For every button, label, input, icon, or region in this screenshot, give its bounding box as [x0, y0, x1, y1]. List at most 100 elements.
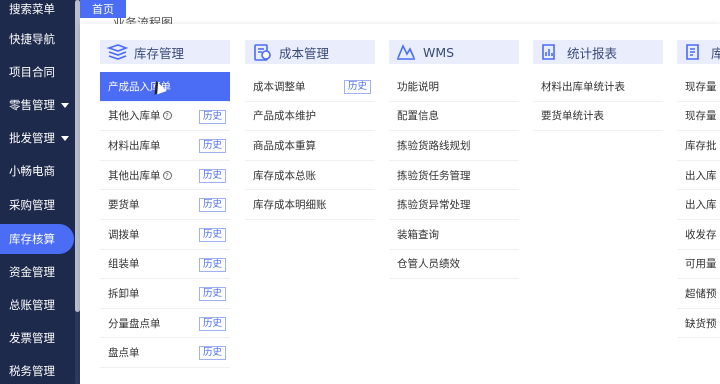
menu-item-material-issue[interactable]: 材料出库单 历史: [100, 131, 230, 161]
wms-icon: [397, 44, 415, 60]
menu-item-label: 材料出库单: [108, 139, 161, 152]
sidebar-item-purchase[interactable]: 采购管理: [0, 190, 74, 220]
sidebar-item-inventory-accounting[interactable]: 库存核算: [0, 224, 74, 254]
sidebar-item-label: 快捷导航: [9, 32, 55, 46]
sidebar-item-funds[interactable]: 资金管理: [0, 257, 74, 287]
menu-item-label: 要货单统计表: [541, 110, 604, 123]
menu-item-assembly[interactable]: 组装单 历史: [100, 250, 230, 280]
menu-column-header: 成本管理: [245, 40, 375, 64]
sidebar-item-ecommerce[interactable]: 小畅电商: [0, 156, 74, 186]
menu-item-label: 缺货预: [685, 317, 717, 330]
menu-item-label: 其他出库单: [108, 169, 161, 182]
menu-item-picking-route-planning[interactable]: 拣验货路线规划: [389, 131, 519, 161]
menu-item-label: 拣验货异常处理: [397, 199, 471, 212]
menu-item-requisition[interactable]: 要货单 历史: [100, 190, 230, 220]
menu-item-transfer[interactable]: 调拨单 历史: [100, 220, 230, 250]
menu-item-label: 配置信息: [397, 110, 439, 123]
menu-item-label: 成本调整单: [253, 80, 306, 93]
menu-item-label: 材料出库单统计表: [541, 80, 625, 93]
menu-item-shortage-warning[interactable]: 缺货预: [677, 309, 720, 339]
menu-item-other-issue[interactable]: 其他出库单? 历史: [100, 161, 230, 191]
tab-bar: [80, 0, 720, 18]
menu-column-title: 统计报表: [567, 45, 618, 61]
help-icon[interactable]: ?: [162, 111, 172, 121]
menu-item-label: 出入库: [685, 169, 717, 182]
menu-panel: 库存管理 产成品入库单 其他入库单? 历史 材料出库单 历史 其他出库单? 历史 要货…: [80, 24, 720, 384]
menu-item-cost-recalculation[interactable]: 商品成本重算: [245, 131, 375, 161]
history-button[interactable]: 历史: [198, 198, 226, 213]
menu-column-cost: 成本管理 成本调整单 历史 产品成本维护 商品成本重算 库存成本总账 库存成本明细…: [245, 40, 375, 220]
history-button[interactable]: 历史: [198, 139, 226, 154]
menu-item-packing-query[interactable]: 装箱查询: [389, 220, 519, 250]
menu-item-available-qty[interactable]: 可用量: [677, 250, 720, 280]
menu-item-warehouse-staff-performance[interactable]: 仓管人员绩效: [389, 250, 519, 280]
menu-item-in-out-2[interactable]: 出入库: [677, 190, 720, 220]
menu-item-label: 分量盘点单: [108, 317, 161, 330]
history-button[interactable]: 历史: [198, 257, 226, 272]
menu-item-label: 拣验货路线规划: [397, 139, 471, 152]
sidebar-item-search-menu[interactable]: 搜索菜单: [0, 0, 74, 18]
sidebar: 搜索菜单 快捷导航 项目合同 零售管理 批发管理 小畅电商 采购管理 库存核算 …: [0, 0, 80, 384]
sidebar-item-project-contract[interactable]: 项目合同: [0, 57, 74, 87]
menu-item-feature-description[interactable]: 功能说明: [389, 72, 519, 102]
sidebar-item-label: 库存核算: [9, 232, 55, 246]
menu-item-receive-issue-balance[interactable]: 收发存: [677, 220, 720, 250]
menu-item-stocktake[interactable]: 盘点单 历史: [100, 338, 230, 368]
menu-item-disassembly[interactable]: 拆卸单 历史: [100, 279, 230, 309]
menu-item-cost-adjustment[interactable]: 成本调整单 历史: [245, 72, 375, 102]
sidebar-item-general-ledger[interactable]: 总账管理: [0, 290, 74, 320]
menu-item-overstock-warning[interactable]: 超储预: [677, 279, 720, 309]
menu-column-wms: WMS 功能说明 配置信息 拣验货路线规划 拣验货任务管理 拣验货异常处理 装箱…: [389, 40, 519, 280]
history-button[interactable]: 历史: [198, 346, 226, 361]
menu-column-header: 库存管理: [100, 40, 230, 64]
history-button[interactable]: 历史: [198, 316, 226, 331]
sidebar-item-label: 发票管理: [9, 331, 55, 345]
sidebar-item-label: 采购管理: [9, 198, 55, 212]
menu-item-stock-on-hand-2[interactable]: 现存量: [677, 102, 720, 132]
menu-item-label: 现存量: [685, 80, 717, 93]
history-button[interactable]: 历史: [198, 227, 226, 242]
menu-item-stock-on-hand[interactable]: 现存量: [677, 72, 720, 102]
menu-item-label: 装箱查询: [397, 228, 439, 241]
sidebar-item-label: 总账管理: [9, 298, 55, 312]
menu-item-label: 仓管人员绩效: [397, 258, 460, 271]
menu-item-inventory-cost-detail[interactable]: 库存成本明细账: [245, 190, 375, 220]
menu-item-other-receipt[interactable]: 其他入库单? 历史: [100, 102, 230, 132]
menu-item-configuration[interactable]: 配置信息: [389, 102, 519, 132]
history-button[interactable]: 历史: [198, 168, 226, 183]
sidebar-item-tax[interactable]: 税务管理: [0, 356, 74, 384]
menu-column-title: WMS: [423, 44, 455, 60]
sidebar-item-quick-nav[interactable]: 快捷导航: [0, 24, 74, 54]
chevron-down-icon: [61, 102, 69, 108]
menu-column-title: 库存管理: [134, 45, 185, 61]
menu-item-label: 拆卸单: [108, 287, 140, 300]
menu-item-in-out-1[interactable]: 出入库: [677, 161, 720, 191]
help-icon[interactable]: ?: [162, 170, 172, 180]
sidebar-item-wholesale[interactable]: 批发管理: [0, 123, 74, 153]
sidebar-item-invoice[interactable]: 发票管理: [0, 323, 74, 353]
menu-item-requisition-stats[interactable]: 要货单统计表: [533, 102, 663, 132]
sidebar-item-label: 搜索菜单: [9, 2, 55, 16]
menu-item-picking-task-management[interactable]: 拣验货任务管理: [389, 161, 519, 191]
menu-column-header: WMS: [389, 40, 519, 64]
menu-item-inventory-cost-ledger[interactable]: 库存成本总账: [245, 161, 375, 191]
tab-home[interactable]: 首页: [80, 0, 126, 18]
menu-column-title: 成本管理: [279, 45, 330, 61]
menu-item-label: 现存量: [685, 110, 717, 123]
inventory-icon: [106, 44, 128, 60]
menu-item-picking-exception-handling[interactable]: 拣验货异常处理: [389, 190, 519, 220]
menu-item-product-cost-maintenance[interactable]: 产品成本维护: [245, 102, 375, 132]
menu-item-partial-stocktake[interactable]: 分量盘点单 历史: [100, 309, 230, 339]
menu-item-inventory-batch[interactable]: 库存批: [677, 131, 720, 161]
sidebar-item-retail[interactable]: 零售管理: [0, 90, 74, 120]
history-button[interactable]: 历史: [198, 287, 226, 302]
menu-column-header: 库: [677, 40, 720, 64]
history-button[interactable]: 历史: [198, 109, 226, 124]
report-icon: [542, 44, 555, 60]
history-button[interactable]: 历史: [343, 80, 371, 94]
sidebar-item-label: 零售管理: [9, 98, 55, 112]
menu-column-statistics: 统计报表 材料出库单统计表 要货单统计表: [533, 40, 663, 132]
menu-item-material-issue-stats[interactable]: 材料出库单统计表: [533, 72, 663, 102]
menu-item-label: 要货单: [108, 199, 140, 212]
menu-item-label: 盘点单: [108, 347, 140, 360]
